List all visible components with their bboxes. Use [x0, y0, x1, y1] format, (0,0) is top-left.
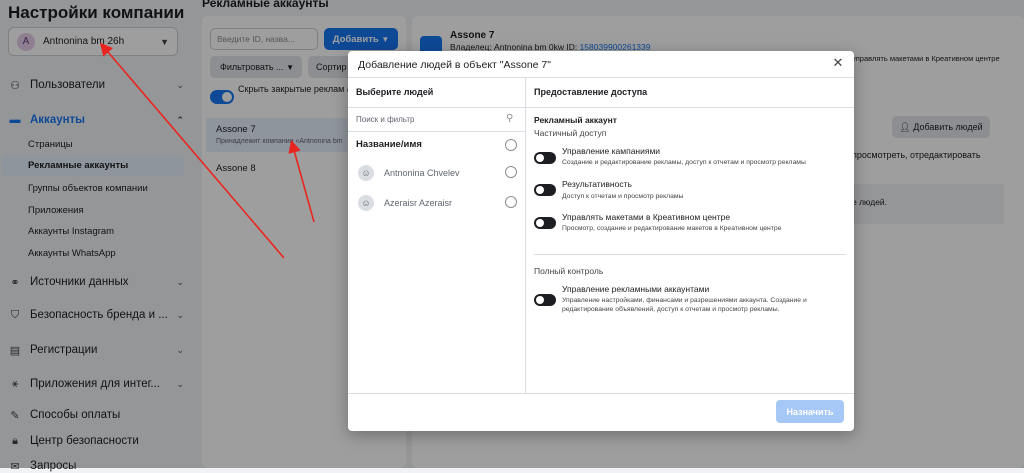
divider	[534, 254, 846, 255]
full-control-label: Полный контроль	[534, 266, 604, 276]
assign-button[interactable]: Назначить	[776, 400, 844, 423]
permission-desc: Просмотр, создание и редактирование маке…	[562, 225, 782, 232]
ad-account-section-title: Рекламный аккаунт	[534, 115, 617, 125]
access-header: Предоставление доступа	[534, 87, 648, 97]
select-people-header: Выберите людей	[356, 87, 434, 97]
divider	[525, 78, 526, 393]
person-item[interactable]: ☺ Antnonina Chvelev	[358, 165, 460, 181]
select-all-radio[interactable]	[505, 139, 517, 151]
person-icon: ☺	[358, 165, 374, 181]
close-icon[interactable]: ✕	[830, 55, 846, 71]
person-icon: ☺	[358, 195, 374, 211]
dialog-title: Добавление людей в объект "Assone 7"	[358, 59, 551, 71]
permission-desc: Управление настройками, финансами и разр…	[562, 297, 807, 313]
person-name: Azeraisr Azeraisr	[384, 198, 453, 208]
permission-title: Управлять макетами в Креативном центре	[562, 212, 731, 222]
permission-title: Управление рекламными аккаунтами	[562, 284, 710, 294]
people-search-input[interactable]: Поиск и фильтр	[356, 115, 516, 124]
person-radio[interactable]	[505, 166, 517, 178]
divider	[348, 131, 525, 132]
permission-title: Управление кампаниями	[562, 146, 661, 156]
partial-access-label: Частичный доступ	[534, 128, 607, 138]
person-item[interactable]: ☺ Azeraisr Azeraisr	[358, 195, 452, 211]
permission-desc: Создание и редактирование рекламы, досту…	[562, 159, 806, 166]
divider	[348, 107, 854, 108]
search-icon: ⚲	[506, 113, 514, 124]
manage-campaigns-toggle[interactable]	[534, 152, 556, 164]
permission-desc: Доступ к отчетам и просмотр рекламы	[562, 193, 684, 200]
permission-title: Результативность	[562, 179, 632, 189]
manage-ad-accounts-toggle[interactable]	[534, 294, 556, 306]
name-column-header: Название/имя	[356, 139, 422, 150]
divider	[348, 393, 854, 394]
person-name: Antnonina Chvelev	[384, 168, 460, 178]
add-people-dialog: Добавление людей в объект "Assone 7" ✕ В…	[348, 51, 854, 431]
performance-toggle[interactable]	[534, 184, 556, 196]
creative-hub-toggle[interactable]	[534, 217, 556, 229]
divider	[348, 77, 854, 78]
person-radio[interactable]	[505, 196, 517, 208]
